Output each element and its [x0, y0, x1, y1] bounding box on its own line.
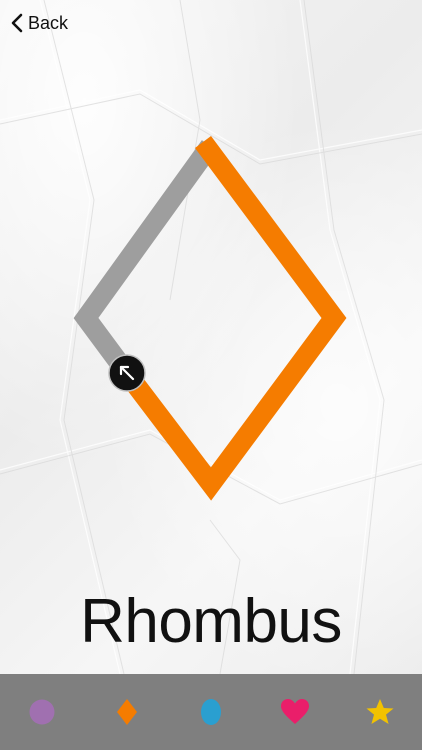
heart-shape-button[interactable] — [273, 690, 317, 734]
rhombus-shape-button[interactable] — [105, 690, 149, 734]
star-shape-button[interactable] — [358, 690, 402, 734]
circle-icon — [29, 699, 55, 725]
oval-shape-button[interactable] — [189, 690, 233, 734]
shape-selector-bar — [0, 674, 422, 750]
oval-icon — [200, 699, 221, 725]
rhombus-tracing-area[interactable] — [0, 0, 422, 560]
rhombus-untraced-path — [73, 140, 219, 378]
trace-cursor[interactable] — [108, 354, 146, 392]
rhombus-traced-path — [118, 136, 347, 501]
circle-shape-button[interactable] — [20, 690, 64, 734]
star-icon — [366, 699, 394, 724]
shape-name-title: Rhombus — [80, 587, 342, 656]
diamond-icon — [116, 699, 137, 725]
heart-icon — [281, 699, 310, 724]
